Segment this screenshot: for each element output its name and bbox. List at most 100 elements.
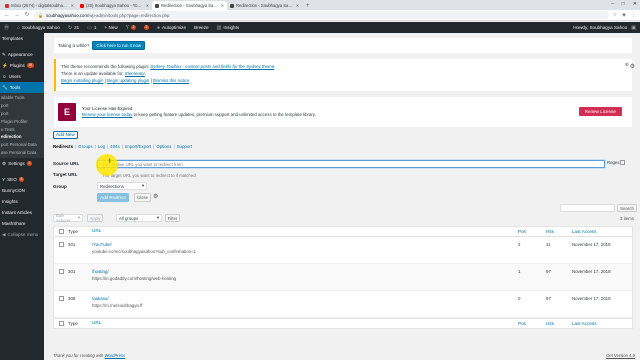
row-checkbox[interactable] [58, 269, 64, 274]
begin-updating-link[interactable]: Begin updating plugin [107, 78, 149, 83]
star-icon[interactable]: ☆ [613, 12, 617, 18]
new-content-link[interactable]: + New [100, 22, 121, 33]
select-all-checkbox[interactable] [58, 229, 64, 234]
url-field[interactable]: 🔒 soubhagyasahoo.com/wp-admin/tools.php?… [34, 11, 609, 19]
submenu-site-health[interactable]: e Tests [0, 125, 44, 133]
breeze-link[interactable]: Breeze [190, 22, 213, 33]
tab-404s[interactable]: 404s [110, 144, 120, 149]
updates-link[interactable]: ↻ 21 [64, 22, 83, 33]
browser-tab-youtube[interactable]: (20) Soubhagya Sahoo - YouTube ✕ [77, 1, 152, 10]
gear-icon[interactable]: ⚙ [630, 63, 635, 70]
tab-options[interactable]: Options [156, 144, 171, 149]
maximize-icon[interactable]: □ [622, 1, 625, 7]
renew-license-link[interactable]: Renew your license today [82, 112, 132, 117]
browser-tab-redirection[interactable]: Redirection ‹ Soubhagya Sahoo ✕ [152, 1, 227, 10]
close-button[interactable]: Close [134, 193, 151, 202]
tab-redirects[interactable]: Redirects [53, 144, 73, 149]
column-hits-footer[interactable]: Hits [546, 321, 572, 326]
browser-tab-gmail[interactable]: Inbox (2574) - digitalsoubhagy... ✕ [2, 1, 77, 10]
tab-import-export[interactable]: Import/Export [125, 144, 151, 149]
plugin-link[interactable]: 2 [140, 22, 153, 33]
sydney-toolbox-link[interactable]: Sydney Toolbox - custom posts and fields… [150, 64, 274, 69]
close-icon[interactable]: ✕ [221, 3, 224, 8]
bulk-actions-select[interactable]: Bulk Actions ▾ [53, 213, 83, 223]
column-last-access[interactable]: Last Access [572, 229, 632, 234]
minimize-icon[interactable]: – [611, 1, 614, 7]
column-url-footer[interactable]: URL [92, 320, 518, 327]
select-all-checkbox-footer[interactable] [58, 321, 64, 326]
run-now-button[interactable]: Click here to run it now [92, 41, 146, 50]
forward-icon[interactable]: → [14, 12, 20, 18]
filter-button[interactable]: Filter [165, 214, 180, 222]
close-window-icon[interactable]: ✕ [633, 1, 637, 7]
search-input[interactable] [560, 204, 615, 212]
column-url[interactable]: URL [92, 228, 518, 235]
submenu-plugin-profiler[interactable]: Plugin Profiler [0, 117, 44, 125]
user-menu[interactable]: Howdy, Soubhagya Sahoo ▣ [569, 22, 640, 33]
group-select[interactable]: Redirections ▾ [97, 182, 147, 190]
column-last-access-footer[interactable]: Last Access [572, 321, 632, 326]
table-row[interactable]: 301 /YouTube/youtube.com/c/soubhagyasaho… [54, 237, 632, 264]
sidebar-item-templates[interactable]: Templates [0, 33, 44, 44]
new-tab-button[interactable]: + [302, 3, 314, 10]
dismiss-notice-link[interactable]: Dismiss this notice [153, 78, 189, 83]
extension-icon[interactable]: ◈ [622, 12, 626, 18]
tab-log[interactable]: Log [98, 144, 105, 149]
sidebar-item-appearance[interactable]: ✎ Appearance [0, 49, 44, 60]
sidebar-item-insights[interactable]: Insights [0, 196, 44, 207]
column-type[interactable]: Type [68, 229, 92, 234]
renew-license-button[interactable]: Renew License [578, 107, 622, 116]
row-checkbox[interactable] [58, 296, 64, 301]
close-icon[interactable]: ✕ [296, 3, 299, 8]
add-redirect-button[interactable]: Add Redirect [97, 193, 129, 202]
tab-support[interactable]: Support [177, 144, 192, 149]
seo-link[interactable]: Y2 [122, 22, 140, 33]
search-button[interactable]: Search [617, 204, 637, 212]
sidebar-item-users[interactable]: ☺ Users [0, 71, 44, 82]
sidebar-item-seo[interactable]: Y SEO 4 [0, 174, 44, 185]
sidebar-item-bunnycdn[interactable]: BunnyCDN [0, 185, 44, 196]
target-url-input[interactable]: The target URL you want to redirect to i… [97, 171, 557, 179]
submenu-export-personal-data[interactable]: port Personal Data [0, 141, 44, 149]
get-version-link[interactable]: Get Version 4.9 [606, 353, 635, 358]
groups-filter-select[interactable]: All groups ▾ [116, 214, 162, 222]
dismiss-icon[interactable]: ⊗ [625, 62, 629, 69]
column-pos-footer[interactable]: Pos [518, 321, 546, 326]
table-row[interactable]: 308 /aakasu/https://m.me/soubhagya.ff 0 … [54, 291, 632, 318]
submenu-export[interactable]: port [0, 110, 44, 118]
close-icon[interactable]: ✕ [146, 3, 149, 8]
wordpress-link[interactable]: WordPress [104, 353, 125, 358]
submenu-available-tools[interactable]: ailable Tools [0, 94, 44, 102]
submenu-import[interactable]: port [0, 102, 44, 110]
sidebar-item-tools[interactable]: 🔧 Tools [0, 82, 44, 93]
elementor-link[interactable]: Elementor [125, 71, 145, 76]
browser-tab-redirection-2[interactable]: Redirection ‹ Soubhagya Sahoo... ✕ [227, 1, 302, 10]
insights-link[interactable]: ▥ Insights [213, 22, 244, 33]
settings-gear-icon[interactable]: ⚙ [153, 193, 158, 200]
sidebar-item-instant-articles[interactable]: Instant Articles [0, 207, 44, 218]
column-type-footer[interactable]: Type [68, 321, 92, 326]
autoptimize-link[interactable]: ● Autoptimize [153, 22, 190, 33]
column-hits[interactable]: Hits [546, 229, 572, 234]
comments-link[interactable]: ▭ 1 [83, 22, 100, 33]
submenu-redirection[interactable]: edirection [0, 133, 44, 141]
apply-button[interactable]: Apply [87, 214, 103, 222]
sidebar-item-settings[interactable]: ⚙ Settings 1 [0, 158, 44, 169]
submenu-erase-personal-data[interactable]: ase Personal Data [0, 149, 44, 157]
source-url-input[interactable]: The relative URL you want to redirect fr… [97, 160, 605, 168]
tab-groups[interactable]: Groups [78, 144, 92, 149]
column-pos[interactable]: Pos [518, 229, 546, 234]
back-icon[interactable]: ← [4, 12, 10, 18]
sidebar-item-mashshare[interactable]: MashShare [0, 218, 44, 229]
add-new-button[interactable]: Add New [53, 131, 78, 139]
sidebar-item-plugins[interactable]: ⚡ Plugins 19 [0, 60, 44, 71]
reload-icon[interactable]: ↻ [24, 12, 30, 18]
close-icon[interactable]: ✕ [71, 3, 74, 8]
begin-installing-link[interactable]: Begin installing plugin [61, 78, 103, 83]
row-checkbox[interactable] [58, 242, 64, 247]
table-row[interactable]: 301 /hosting/https://in.godaddy.com/host… [54, 264, 632, 291]
menu-icon[interactable]: ⋮ [631, 12, 636, 18]
regex-checkbox[interactable] [620, 160, 626, 165]
wp-logo[interactable]: Ⓦ [0, 22, 13, 33]
site-name-link[interactable]: ⌂ Soubhagya Sahoo [13, 22, 64, 33]
